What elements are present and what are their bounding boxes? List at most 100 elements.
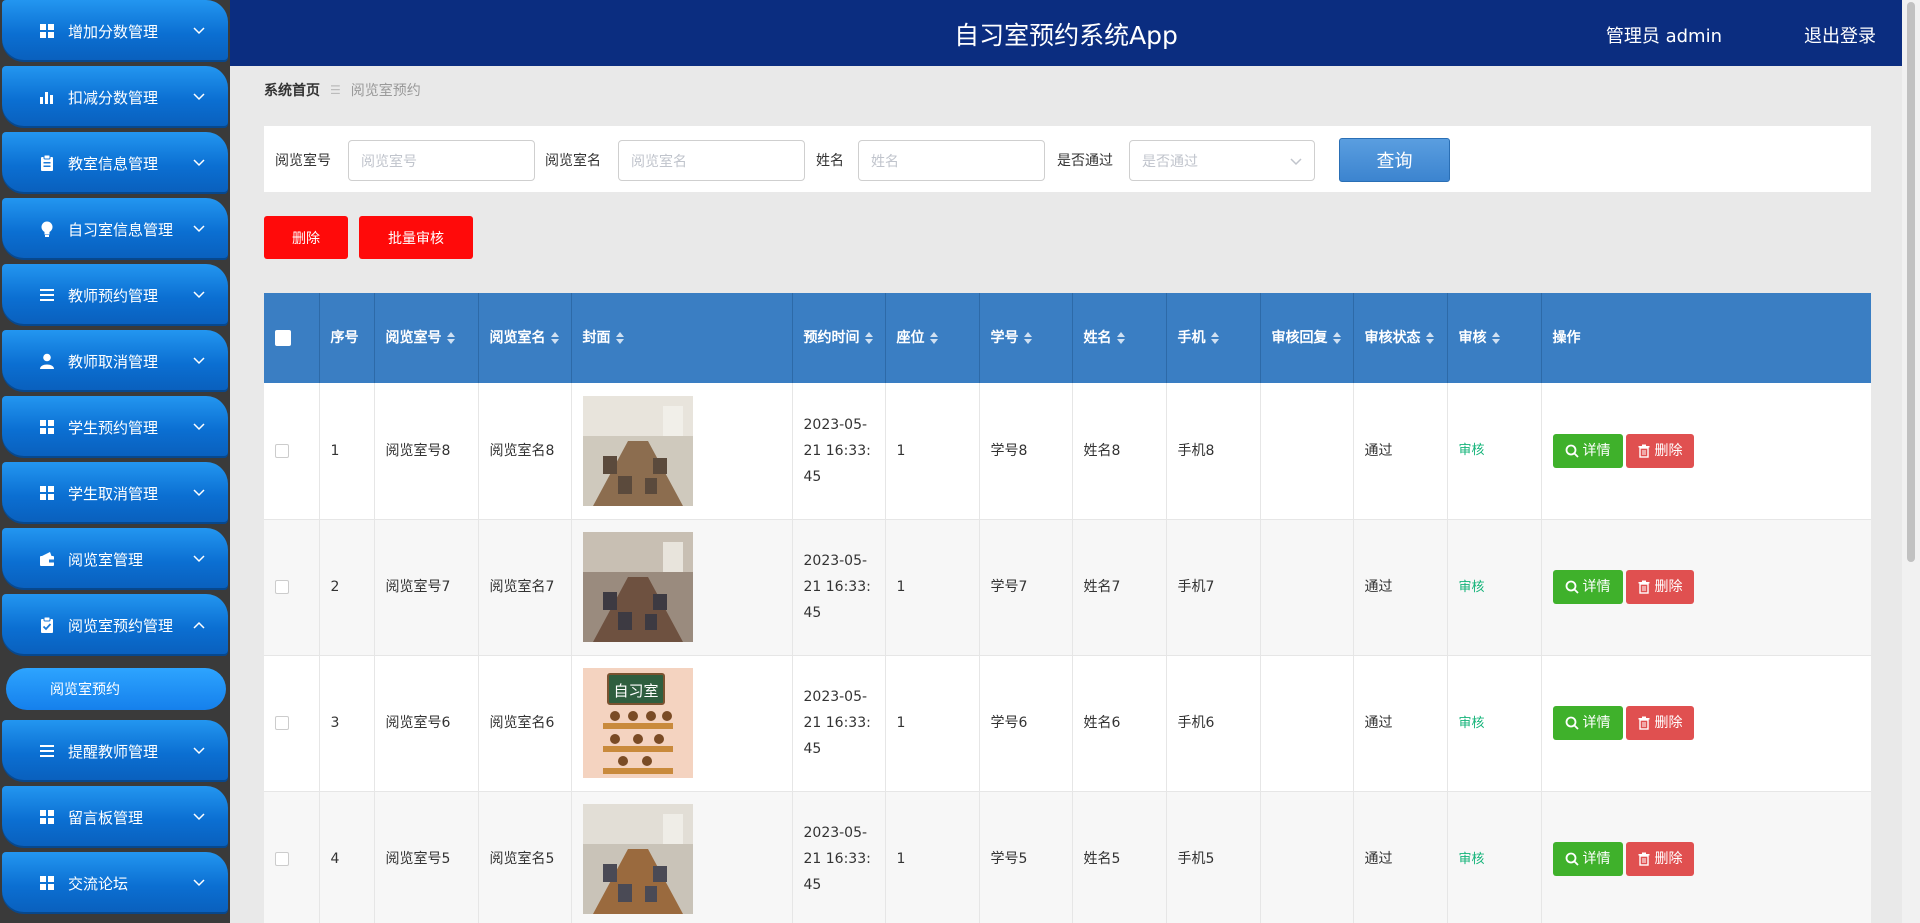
- sidebar-item-10[interactable]: 阅览室预约管理: [2, 594, 228, 656]
- sidebar-subitem-reading-room-reservation[interactable]: 阅览室预约: [6, 668, 226, 710]
- sidebar-item-11[interactable]: 提醒教师管理: [2, 720, 228, 782]
- cell-room-no: 阅览室号5: [374, 791, 479, 923]
- logout-link[interactable]: 退出登录: [1804, 22, 1876, 48]
- breadcrumb-home[interactable]: 系统首页: [264, 80, 320, 100]
- column-header-6[interactable]: 座位: [885, 293, 980, 383]
- sidebar-item-8[interactable]: 学生取消管理: [2, 462, 228, 524]
- sidebar-item-7[interactable]: 学生预约管理: [2, 396, 228, 458]
- trash-icon: [1637, 716, 1651, 730]
- column-header-9[interactable]: 手机: [1166, 293, 1261, 383]
- cell-value: 2023-05-21 16:33:45: [803, 416, 871, 485]
- sidebar-item-2[interactable]: 扣减分数管理: [2, 66, 228, 128]
- detail-button[interactable]: 详情: [1552, 570, 1623, 604]
- sidebar-item-9[interactable]: 阅览室管理: [2, 528, 228, 590]
- row-delete-button[interactable]: 删除: [1625, 570, 1694, 604]
- passed-select[interactable]: 是否通过: [1129, 140, 1315, 181]
- user-icon: [38, 352, 56, 370]
- search-icon: [1565, 716, 1579, 730]
- sort-icon[interactable]: [1421, 330, 1435, 346]
- column-header-10[interactable]: 审核回复: [1260, 293, 1354, 383]
- sidebar-item-4[interactable]: 自习室信息管理: [2, 198, 228, 260]
- query-button[interactable]: 查询: [1339, 138, 1450, 182]
- row-delete-button[interactable]: 删除: [1625, 433, 1694, 468]
- sort-icon[interactable]: [1019, 330, 1033, 346]
- grid-icon: [38, 22, 56, 40]
- cell-value: 手机8: [1177, 442, 1215, 459]
- row-checkbox[interactable]: [275, 716, 289, 730]
- column-header-5[interactable]: 预约时间: [792, 293, 886, 383]
- sidebar-item-13[interactable]: 交流论坛: [2, 852, 228, 914]
- column-header-2[interactable]: 阅览室号: [374, 293, 479, 383]
- row-delete-button[interactable]: 删除: [1625, 842, 1694, 876]
- grid-icon: [38, 808, 56, 826]
- batch-audit-button[interactable]: 批量审核: [359, 216, 473, 259]
- cell-value: 手机6: [1177, 715, 1215, 731]
- room-name-label: 阅览室名: [545, 153, 601, 169]
- cell-operations: 详情 删除: [1541, 519, 1871, 656]
- lightbulb-icon: [38, 220, 56, 238]
- row-checkbox[interactable]: [275, 852, 289, 866]
- cell-name: 姓名6: [1072, 655, 1167, 792]
- sidebar-item-1[interactable]: 增加分数管理: [2, 0, 228, 62]
- detail-button[interactable]: 详情: [1552, 706, 1623, 740]
- sort-icon[interactable]: [1487, 330, 1501, 346]
- sidebar-item-6[interactable]: 教师取消管理: [2, 330, 228, 392]
- top-header: 自习室预约系统App 管理员 admin 退出登录: [230, 0, 1902, 66]
- column-header-12[interactable]: 审核: [1447, 293, 1542, 383]
- detail-button[interactable]: 详情: [1552, 842, 1623, 876]
- delete-button[interactable]: 删除: [264, 216, 348, 259]
- audit-link[interactable]: 审核: [1459, 580, 1485, 595]
- select-all-checkbox[interactable]: [275, 330, 291, 346]
- column-header-label: 审核: [1458, 330, 1487, 346]
- room-no-input[interactable]: [348, 140, 535, 181]
- chevron-down-icon: [188, 93, 210, 101]
- column-header-8[interactable]: 姓名: [1072, 293, 1167, 383]
- cell-time: 2023-05-21 16:33:45: [792, 791, 886, 923]
- column-header-3[interactable]: 阅览室名: [478, 293, 572, 383]
- cell-room-name: 阅览室名7: [478, 519, 572, 656]
- cell-value: 1: [330, 442, 340, 459]
- sort-icon[interactable]: [442, 330, 456, 346]
- column-header-4[interactable]: 封面: [571, 293, 793, 383]
- sort-icon[interactable]: [860, 330, 874, 346]
- audit-link[interactable]: 审核: [1459, 716, 1485, 731]
- row-checkbox[interactable]: [275, 580, 289, 594]
- name-input[interactable]: [858, 140, 1045, 181]
- wallet-icon: [38, 550, 56, 568]
- audit-link[interactable]: 审核: [1459, 852, 1485, 867]
- cell-value: 姓名8: [1083, 442, 1121, 459]
- sort-icon[interactable]: [925, 330, 939, 346]
- cell-value: 2023-05-21 16:33:45: [803, 825, 871, 893]
- sidebar-item-5[interactable]: 教师预约管理: [2, 264, 228, 326]
- cell-index: 4: [319, 791, 375, 923]
- reservation-table: 序号 阅览室号 阅览室名 封面 预约时间 座位 学号 姓名 手机 审核回复 审核状态 审核 操作 1 阅览…: [264, 293, 1871, 923]
- sort-icon[interactable]: [611, 330, 625, 346]
- row-checkbox[interactable]: [275, 443, 289, 458]
- cell-status: 通过: [1353, 519, 1448, 656]
- room-name-input[interactable]: [618, 140, 805, 181]
- sort-icon[interactable]: [1328, 330, 1342, 346]
- column-header-label: 审核回复: [1271, 330, 1328, 346]
- cell-seat: 1: [885, 655, 980, 792]
- column-header-label: 姓名: [1083, 330, 1112, 346]
- sidebar-item-3[interactable]: 教室信息管理: [2, 132, 228, 194]
- row-delete-button[interactable]: 删除: [1625, 706, 1694, 740]
- sort-icon[interactable]: [1112, 330, 1126, 346]
- row-select-cell: [264, 519, 320, 656]
- sort-icon[interactable]: [1206, 330, 1220, 346]
- cell-value: 2: [330, 579, 340, 595]
- cover-image: [582, 395, 781, 506]
- table-body: 1 阅览室号8 阅览室名8 2023-05-21 16:33:45 1 学号8 姓名8 手机8…: [264, 383, 1871, 923]
- cover-image: [582, 532, 781, 642]
- audit-link[interactable]: 审核: [1459, 443, 1485, 458]
- sidebar-item-12[interactable]: 留言板管理: [2, 786, 228, 848]
- cell-cover: [571, 383, 793, 520]
- vertical-scrollbar[interactable]: [1902, 0, 1920, 923]
- detail-button[interactable]: 详情: [1552, 433, 1623, 468]
- column-header-label: 阅览室名: [489, 330, 546, 346]
- column-header-11[interactable]: 审核状态: [1353, 293, 1448, 383]
- column-header-label: 手机: [1177, 330, 1206, 346]
- scrollbar-thumb[interactable]: [1907, 2, 1915, 562]
- column-header-7[interactable]: 学号: [979, 293, 1073, 383]
- sort-icon[interactable]: [546, 330, 560, 346]
